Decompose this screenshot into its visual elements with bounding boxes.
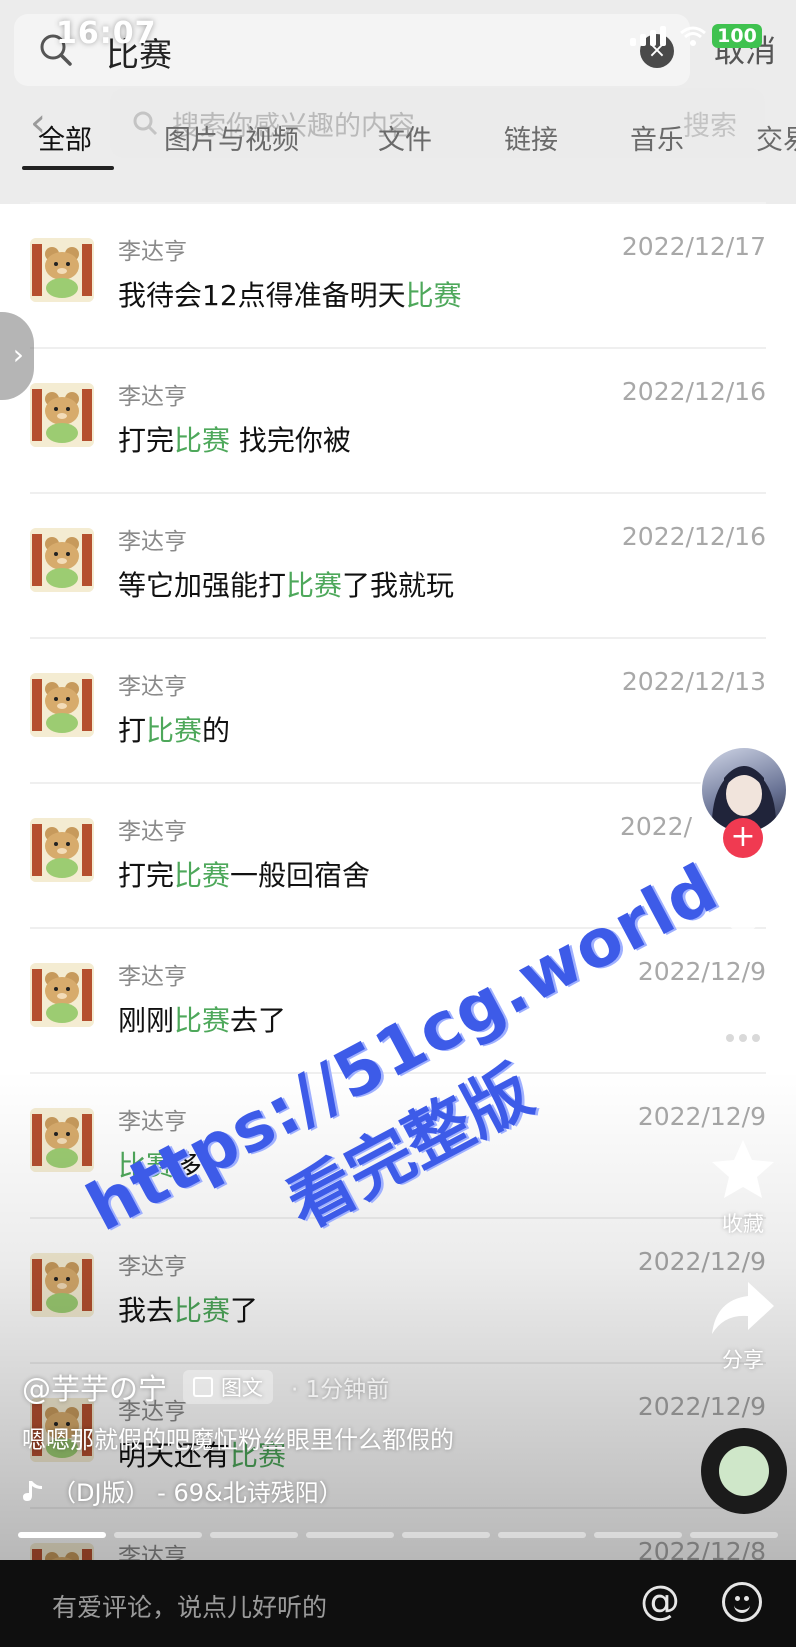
share-label: 分享 [722,1348,764,1372]
progress-segment [690,1532,778,1538]
post-music[interactable]: （DJ版） - 69&北诗残阳） [22,1473,662,1508]
message-text: 等它加强能打比赛了我就玩 [118,569,455,602]
image-text-icon [193,1377,214,1397]
tab-trade[interactable]: 交易 [756,118,796,157]
sender-name: 李达亨 [118,239,187,265]
progress-segment [498,1532,586,1538]
music-disc[interactable] [701,1428,787,1514]
tab-links[interactable]: 链接 [504,118,558,157]
message-row[interactable]: 李达亨 2022/12/16 打完比赛 找完你被 [0,349,796,494]
message-date: 2022/12/9 [637,1102,766,1131]
avatar [30,1253,94,1317]
at-icon[interactable]: @ [640,1578,680,1624]
message-date: 2022/12/16 [621,522,766,551]
progress-segment [18,1532,106,1538]
tab-files[interactable]: 文件 [378,118,432,157]
comment-button[interactable] [698,1010,788,1074]
message-text: 我待会12点得准备明天比赛 [118,279,462,312]
post-author[interactable]: @芋芋の宁 [22,1366,167,1408]
comment-bar: 有爱评论，说点儿好听的 @ [0,1560,796,1647]
message-row[interactable]: 李达亨 2022/12/16 等它加强能打比赛了我就玩 [0,494,796,639]
star-icon [712,1140,774,1198]
message-row[interactable]: 李达亨 2022/12/13 打比赛的 [0,639,796,784]
avatar [30,383,94,447]
favorite-label: 收藏 [722,1212,764,1236]
message-date: 2022/12/13 [621,667,766,696]
follow-button[interactable]: + [723,818,763,858]
progress-segment [594,1532,682,1538]
carousel-progress [18,1532,778,1538]
share-button[interactable]: 分享 [698,1280,788,1374]
message-text: 打完比赛一般回宿舍 [118,859,371,892]
message-date: 2022/ [619,812,692,841]
avatar [30,1108,94,1172]
sender-name: 李达亨 [118,674,187,700]
avatar [30,673,94,737]
screen: ‹ 搜索你感兴趣的内容 搜索 比赛 × 取消 16:07 100 全部 图片与视… [0,0,796,1647]
message-text: 刚刚比赛去了 [118,1004,287,1037]
emoji-icon[interactable] [722,1582,762,1622]
avatar [30,963,94,1027]
post-caption: @芋芋の宁 图文 · 1分钟前 嗯嗯那就假的吧魔怔粉丝眼里什么都假的 （DJ版）… [22,1366,662,1508]
avatar [30,238,94,302]
progress-segment [210,1532,298,1538]
post-description[interactable]: 嗯嗯那就假的吧魔怔粉丝眼里什么都假的 [22,1420,662,1455]
tab-media[interactable]: 图片与视频 [164,118,299,157]
sender-name: 李达亨 [118,384,187,410]
status-time: 16:07 [56,16,157,51]
message-text: 打完比赛 找完你被 [118,424,351,457]
tab-all[interactable]: 全部 [38,118,92,157]
message-row[interactable]: 李达亨 2022/12/17 我待会12点得准备明天比赛 [0,204,796,349]
active-tab-indicator [22,166,114,170]
tab-music[interactable]: 音乐 [630,118,684,157]
progress-segment [306,1532,394,1538]
battery-indicator: 100 [712,24,762,48]
comment-input[interactable]: 有爱评论，说点儿好听的 [52,1588,327,1624]
sender-name: 李达亨 [118,529,187,555]
favorite-button[interactable]: 收藏 [698,1138,788,1238]
wifi-icon [680,24,706,54]
sender-name: 李达亨 [118,964,187,990]
progress-segment [402,1532,490,1538]
avatar [30,528,94,592]
chevron-right-icon: › [12,338,24,371]
post-time: · 1分钟前 [291,1377,390,1403]
filter-tabs: 全部 图片与视频 文件 链接 音乐 交易 [0,112,796,172]
message-date: 2022/12/17 [621,232,766,261]
signal-icon [630,26,666,46]
share-arrow-icon [712,1282,774,1334]
post-type-badge: 图文 [183,1370,274,1404]
message-date: 2022/12/9 [637,1247,766,1276]
sender-name: 李达亨 [118,819,187,845]
music-note-icon [23,1480,42,1501]
avatar [30,818,94,882]
comment-icon [712,1014,774,1070]
progress-segment [114,1532,202,1538]
message-text: 打比赛的 [118,714,231,747]
message-date: 2022/12/16 [621,377,766,406]
